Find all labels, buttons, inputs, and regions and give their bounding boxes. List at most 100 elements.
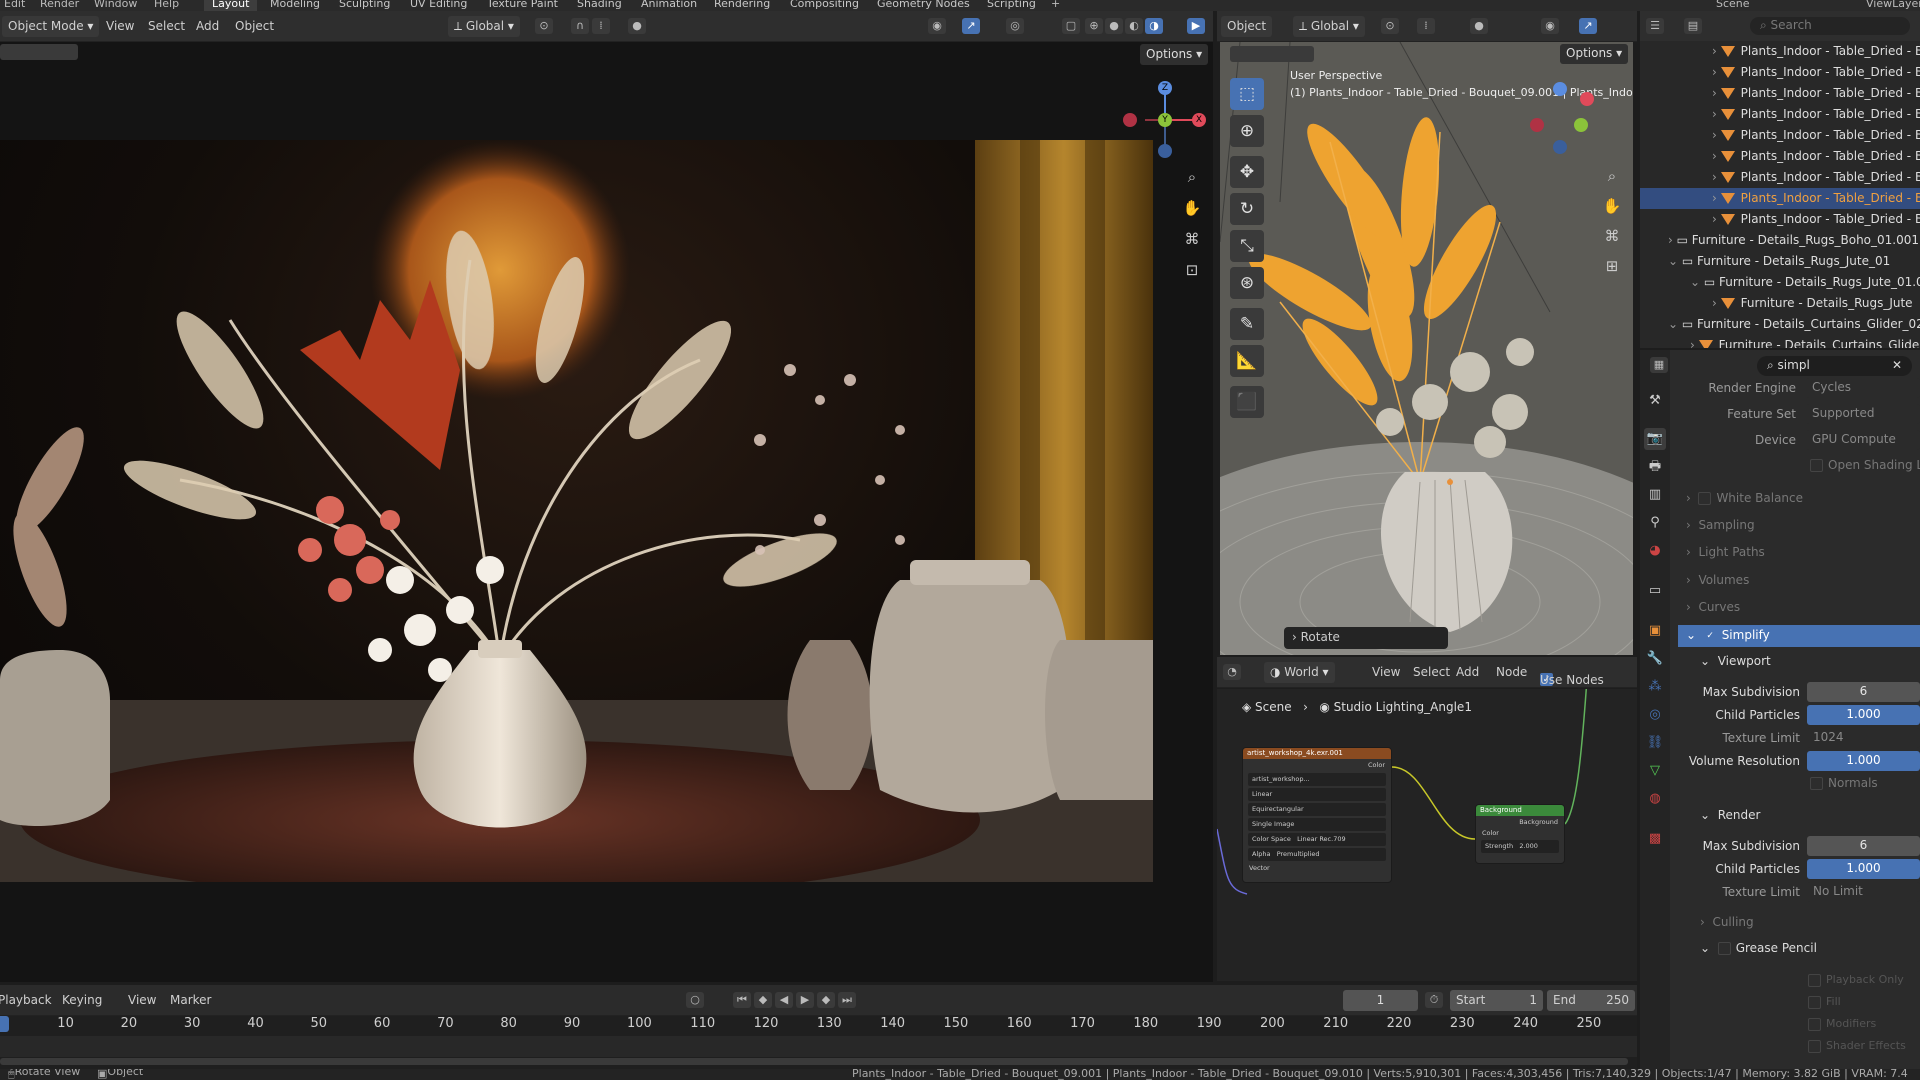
cursor-tool[interactable]: ⊕ [1230,115,1264,147]
expand-arrow-icon[interactable]: › [1712,44,1721,58]
outliner-row[interactable]: › Furniture - Details_Curtains_Glider_0 [1640,335,1920,348]
expand-arrow-icon[interactable]: › [1712,65,1721,79]
tab-rendering[interactable]: Rendering [714,0,770,10]
open-shading-language-checkbox[interactable]: Open Shading Lan [1810,458,1920,472]
grease-pencil-check-icon[interactable] [1717,942,1731,955]
normals-checkbox[interactable]: Normals [1810,776,1878,790]
zoom-icon[interactable]: ⌕ [1180,165,1204,189]
white-balance-check-icon[interactable] [1698,492,1712,505]
outliner-row[interactable]: › Plants_Indoor - Table_Dried - Bou [1640,125,1920,146]
outliner-row[interactable]: › Plants_Indoor - Table_Dried - Bou [1640,146,1920,167]
view-layer-selector[interactable]: ViewLayer [1866,0,1920,10]
physics-tab-icon[interactable]: ◎ [1644,704,1666,726]
outliner-row[interactable]: › Plants_Indoor - Table_Dried - Bou [1640,209,1920,230]
lock-camera-icon[interactable]: ⊡ [1180,258,1204,282]
outliner-row[interactable]: › Furniture - Details_Rugs_Jute [1640,293,1920,314]
overlay-icon[interactable]: ◎ [1006,18,1024,34]
menu-object[interactable]: Object [235,19,274,33]
outliner-row[interactable]: › Plants_Indoor - Table_Dried - Bou [1640,62,1920,83]
menu-add[interactable]: Add [196,19,219,33]
pan-hand-icon[interactable]: ✋ [1180,196,1204,220]
scene-selector[interactable]: Scene [1716,0,1750,10]
subpanel-grease-pencil[interactable]: ⌄ Grease Pencil [1692,938,1920,960]
viewport2-3d-view[interactable]: User Perspective (1) Plants_Indoor - Tab… [1220,42,1633,655]
subpanel-render[interactable]: ⌄ Render [1692,805,1920,827]
play-icon[interactable]: ▶ [796,992,814,1008]
outliner-row[interactable]: › Plants_Indoor - Table_Dried - Bou [1640,167,1920,188]
preview-range-icon[interactable]: ⏱ [1425,992,1443,1008]
data-tab-icon[interactable]: ▽ [1644,760,1666,782]
select-mode-buttons[interactable] [0,44,78,60]
gizmo-y-axis[interactable]: Y [1158,113,1172,127]
expand-arrow-icon[interactable]: › [1712,296,1721,310]
node-menu-add[interactable]: Add [1456,665,1479,679]
node-menu-node[interactable]: Node [1496,665,1527,679]
outliner-search-input[interactable]: ⌕ Search [1750,17,1910,35]
r-child-particles-slider[interactable]: 1.000 [1807,859,1920,879]
editor-type-icon[interactable]: ◔ [1223,664,1241,680]
modifier-tab-icon[interactable]: 🔧 [1644,648,1666,670]
device-dropdown[interactable]: GPU Compute [1806,430,1920,450]
menu-select[interactable]: Select [148,19,185,33]
particles-tab-icon[interactable]: ⁂ [1644,676,1666,698]
visibility-icon[interactable]: ◉ [928,18,946,34]
viewport2-pivot-icon[interactable]: ⊙ [1381,18,1399,34]
expand-arrow-icon[interactable]: › [1668,233,1677,247]
annotate-tool[interactable]: ✎ [1230,308,1264,340]
viewport2-proportional-icon[interactable]: ● [1470,18,1488,34]
start-frame-field[interactable]: Start 1 [1450,990,1543,1011]
outliner-row[interactable]: › Plants_Indoor - Table_Dried - Bou [1640,83,1920,104]
snap-icon[interactable]: ∩ [571,18,589,34]
gp-fill-checkbox[interactable]: Fill [1808,995,1841,1009]
viewport2-camera-icon[interactable]: ⌘ [1600,224,1624,248]
env-node-image-field[interactable]: artist_workshop... [1248,773,1386,786]
environment-texture-node[interactable]: artist_workshop_4k.exr.001 Color artist_… [1242,747,1392,883]
tab-sculpting[interactable]: Sculpting [339,0,390,10]
vp-child-particles-slider[interactable]: 1.000 [1807,705,1920,725]
expand-arrow-icon[interactable]: › [1712,191,1721,205]
timeline-scrollbar[interactable] [0,1058,1628,1065]
next-keyframe-icon[interactable]: ◆ [817,992,835,1008]
tab-scripting[interactable]: Scripting [987,0,1036,10]
snap-target-icon[interactable]: ⁞ [592,18,610,34]
env-node-interpolation[interactable]: Linear [1248,788,1386,801]
expand-arrow-icon[interactable]: ⌄ [1668,254,1682,268]
gizmo-neg-x-axis[interactable] [1123,113,1137,127]
tab-uv-editing[interactable]: UV Editing [410,0,467,10]
add-cube-tool[interactable]: ⬛ [1230,386,1264,418]
shading-material-icon[interactable]: ◐ [1125,18,1143,34]
expand-arrow-icon[interactable]: › [1690,338,1699,348]
panel-simplify[interactable]: ⌄ ✓ Simplify [1678,625,1920,647]
vp-volume-resolution-slider[interactable]: 1.000 [1807,751,1920,771]
tab-texture-paint[interactable]: Texture Paint [487,0,558,10]
outliner-row[interactable]: ⌄ ▭ Furniture - Details_Rugs_Jute_01.001 [1640,272,1920,293]
shader-type-dropdown[interactable]: ◑ World ▾ [1264,662,1335,683]
transform-tool[interactable]: ⊛ [1230,267,1264,299]
panel-curves[interactable]: › Curves [1678,597,1920,619]
camera-view-icon[interactable]: ⌘ [1180,227,1204,251]
expand-arrow-icon[interactable]: › [1712,170,1721,184]
output-tab-icon[interactable]: 🖶 [1644,456,1666,478]
jump-start-icon[interactable]: ⏮ [733,992,751,1008]
viewport2-transform-dropdown[interactable]: ⟂ Global ▾ [1293,16,1365,37]
env-node-projection[interactable]: Equirectangular [1248,803,1386,816]
timeline-playback-menu[interactable]: Playback [0,993,52,1007]
world-tab-icon[interactable]: ◕ [1644,540,1666,562]
xray-icon[interactable]: ▢ [1062,18,1080,34]
tab-layout[interactable]: Layout [204,0,258,11]
gp-playback-only-checkbox[interactable]: Playback Only [1808,973,1904,987]
viewport2-navigation-gizmo[interactable] [1530,82,1600,162]
timeline-marker-menu[interactable]: Marker [170,993,211,1007]
panel-white-balance[interactable]: › White Balance [1678,488,1920,510]
prev-keyframe-icon[interactable]: ◆ [754,992,772,1008]
tab-modeling[interactable]: Modeling [270,0,320,10]
r-max-subdivision-field[interactable]: 6 [1807,836,1920,856]
viewport2-gizmo-y[interactable] [1574,118,1588,132]
vp-max-subdivision-field[interactable]: 6 [1807,682,1920,702]
bg-node-strength[interactable]: Strength 2.000 [1481,840,1559,853]
panel-sampling[interactable]: › Sampling [1678,515,1920,537]
shading-rendered-icon[interactable]: ◑ [1145,18,1163,34]
expand-arrow-icon[interactable]: › [1712,86,1721,100]
current-frame-field[interactable]: 1 [1343,990,1418,1011]
viewport2-options-dropdown[interactable]: Options ▾ [1560,44,1629,64]
